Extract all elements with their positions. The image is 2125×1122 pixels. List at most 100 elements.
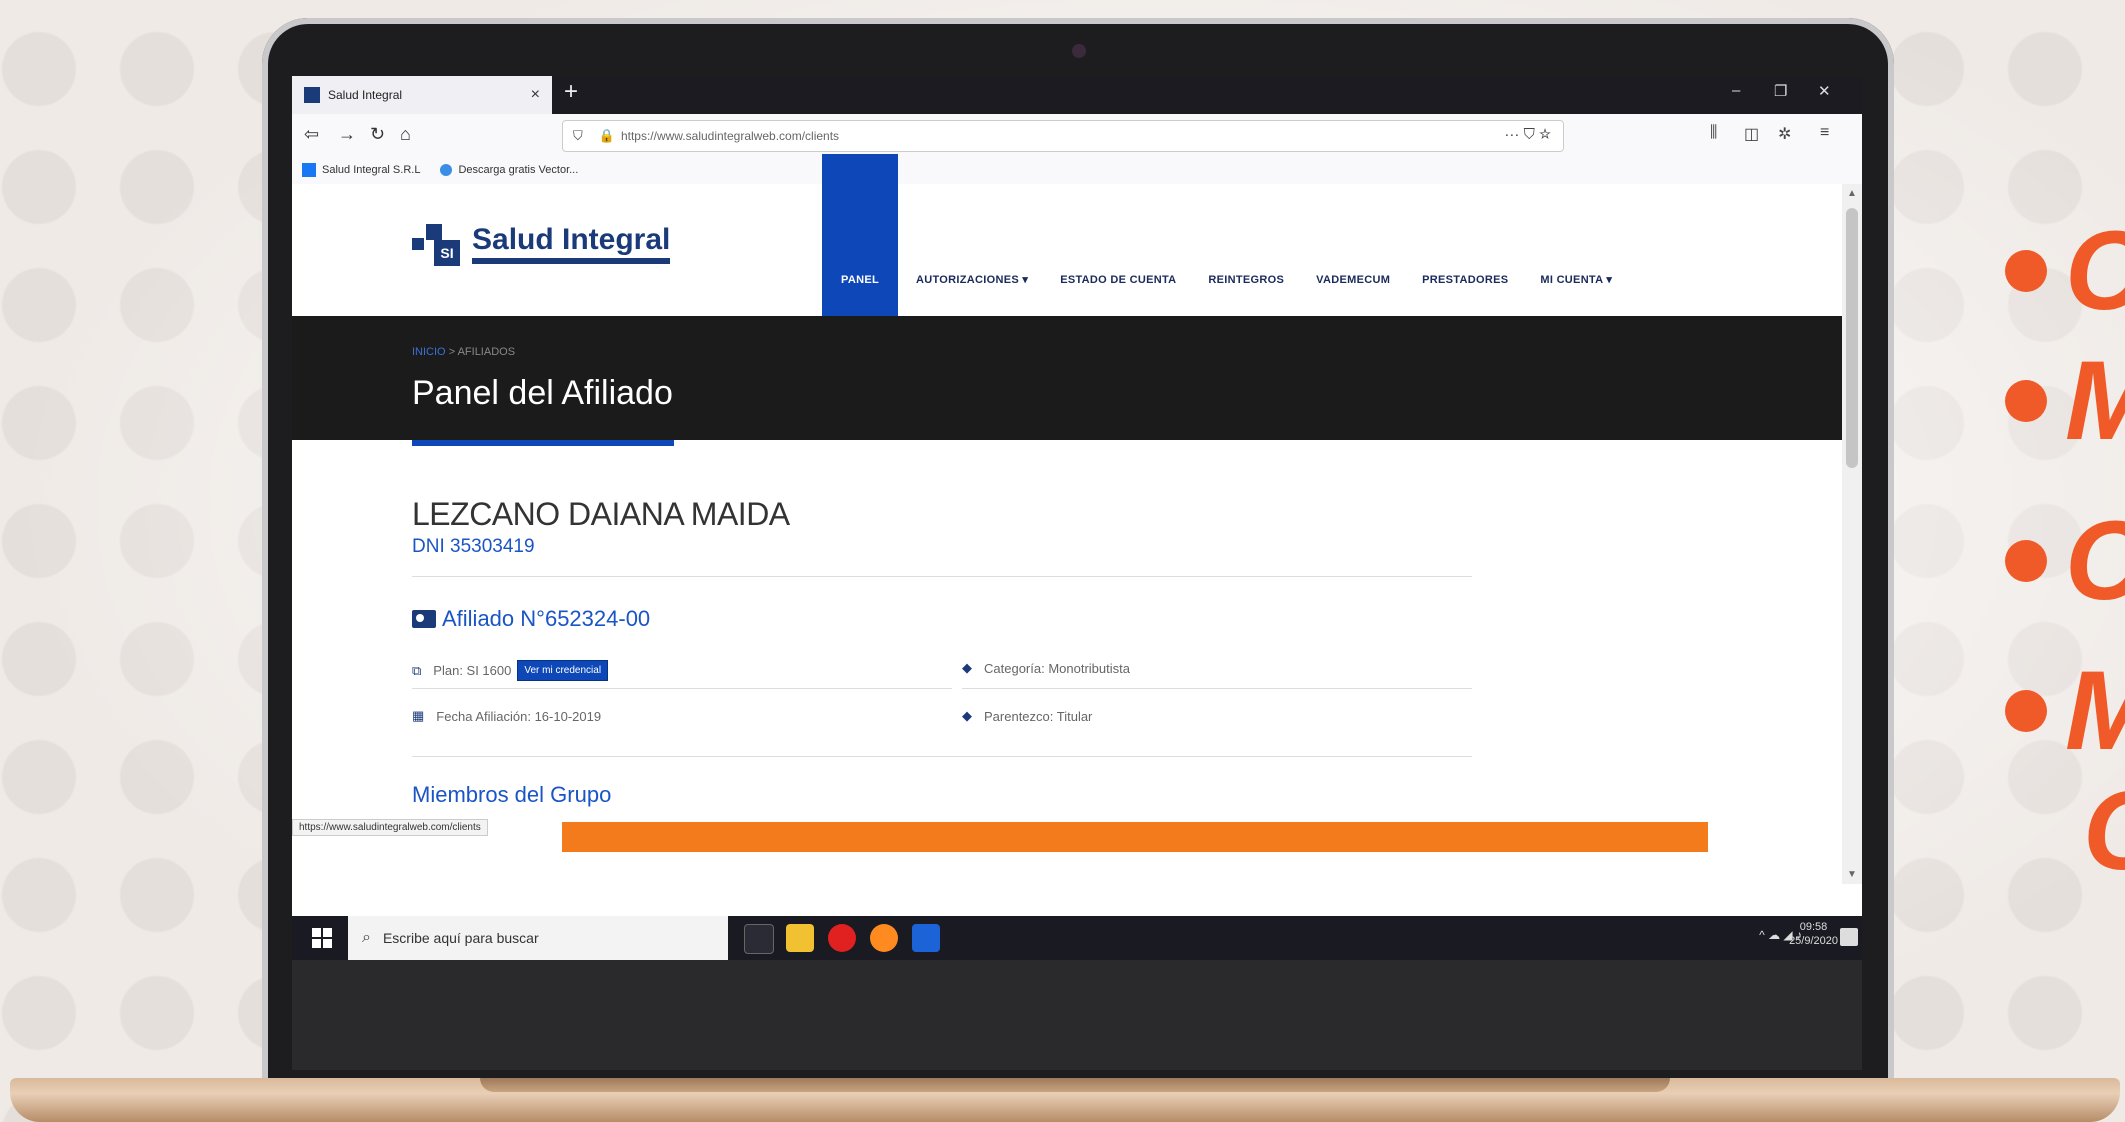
clock-time: 09:58	[1799, 921, 1828, 933]
firefox-icon[interactable]	[870, 924, 898, 952]
minimize-icon[interactable]: –	[1732, 82, 1740, 99]
menu-icon[interactable]: ≡	[1820, 124, 1829, 142]
bookmark-label: Descarga gratis Vector...	[458, 164, 579, 176]
opera-icon[interactable]	[828, 924, 856, 952]
promo-bullet-text: C	[2083, 775, 2125, 887]
affiliate-number: Afiliado N°652324-00	[412, 606, 650, 632]
copy-icon: ⧉	[412, 662, 422, 678]
divider	[412, 576, 1472, 577]
field-categoria: ◆ Categoría: Monotributista	[962, 660, 1130, 676]
nav-mi-cuenta[interactable]: MI CUENTA ▾	[1540, 273, 1612, 316]
page-title: Panel del Afiliado	[412, 374, 673, 412]
bookmark-item[interactable]: Descarga gratis Vector...	[440, 164, 578, 176]
title-underline	[412, 440, 674, 446]
clock-date: 25/9/2020	[1789, 935, 1838, 948]
search-icon: ⌕	[362, 929, 371, 946]
logo-square: SI	[434, 240, 460, 266]
taskbar-search[interactable]: ⌕ Escribe aquí para buscar	[348, 916, 728, 960]
member-name: LEZCANO DAIANA MAIDA	[412, 496, 790, 532]
windows-start-icon[interactable]	[312, 928, 332, 948]
home-icon[interactable]: ⌂	[400, 124, 411, 145]
promo-bullet-text: C	[2065, 505, 2125, 617]
facebook-icon	[302, 163, 316, 177]
parentesco-text: Parentezco: Titular	[984, 708, 1093, 724]
id-card-icon	[412, 610, 436, 628]
windows-taskbar: ⌕ Escribe aquí para buscar ^ ☁ ◢ ♪ 09:58…	[292, 916, 1862, 960]
tag-icon: ◆	[962, 708, 972, 723]
new-tab-button[interactable]: +	[564, 78, 578, 106]
reload-icon[interactable]: ↻	[370, 124, 385, 145]
promo-bullet: M	[2005, 345, 2125, 457]
taskbar-search-placeholder: Escribe aquí para buscar	[382, 930, 539, 946]
promo-bullet: C	[2005, 505, 2125, 617]
notification-icon[interactable]	[1840, 928, 1858, 946]
tab-close-icon[interactable]: ×	[531, 86, 540, 104]
url-text: https://www.saludintegralweb.com/clients	[620, 129, 840, 143]
logo-text: Salud Integral	[472, 223, 671, 264]
divider	[412, 688, 952, 689]
view-credential-button[interactable]: Ver mi credencial	[517, 660, 609, 681]
web-page: SI Salud Integral PANEL AUTORIZACIONES ▾…	[292, 154, 1842, 960]
tag-icon: ◆	[962, 660, 972, 675]
divider	[962, 688, 1472, 689]
scroll-down-icon[interactable]: ▼	[1847, 869, 1857, 880]
group-members-title: Miembros del Grupo	[412, 782, 612, 807]
page-scrollbar[interactable]: ▲ ▼	[1842, 184, 1862, 884]
logo-square	[412, 238, 424, 250]
nav-vademecum[interactable]: VADEMECUM	[1316, 274, 1390, 316]
laptop-notch	[480, 1078, 1670, 1092]
breadcrumb-home[interactable]: INICIO	[412, 346, 446, 358]
main-nav: PANEL AUTORIZACIONES ▾ ESTADO DE CUENTA …	[822, 154, 1644, 316]
logo-mark-icon: SI	[412, 220, 464, 266]
laptop-screen: Salud Integral × + – ❐ ✕ ⇦ → ↻ ⌂ ⛉ 🔒 htt…	[292, 76, 1862, 960]
url-actions[interactable]: ··· ⛉ ☆	[1504, 126, 1551, 143]
promo-bullet-text: C	[2065, 215, 2125, 327]
forward-icon[interactable]: →	[338, 124, 356, 145]
categoria-text: Categoría: Monotributista	[984, 660, 1130, 676]
nav-reintegros[interactable]: REINTEGROS	[1208, 274, 1284, 316]
divider	[412, 756, 1472, 757]
breadcrumb-separator: >	[448, 346, 456, 358]
plan-text: Plan: SI 1600	[433, 663, 512, 678]
nav-autorizaciones[interactable]: AUTORIZACIONES ▾	[916, 273, 1028, 316]
nav-prestadores[interactable]: PRESTADORES	[1422, 274, 1508, 316]
library-icon[interactable]: ⫼	[1710, 124, 1717, 142]
back-icon[interactable]: ⇦	[304, 124, 319, 145]
shield-icon: ⛉	[573, 128, 583, 143]
taskbar-clock[interactable]: 09:58 25/9/2020	[1789, 920, 1838, 949]
promo-bullet: M	[2005, 655, 2125, 767]
sidebar-icon[interactable]: ◫	[1744, 124, 1759, 144]
promo-bullet-text: M	[2065, 655, 2125, 767]
fecha-text: Fecha Afiliación: 16-10-2019	[436, 708, 602, 724]
browser-nav-bar: ⇦ → ↻ ⌂ ⛉ 🔒 https://www.saludintegralweb…	[292, 114, 1862, 157]
breadcrumb-current: AFILIADOS	[457, 346, 516, 358]
scroll-up-icon[interactable]: ▲	[1847, 188, 1857, 199]
file-explorer-icon[interactable]	[786, 924, 814, 952]
breadcrumb: INICIO > AFILIADOS	[412, 346, 515, 358]
calendar-icon: ▦	[412, 708, 425, 723]
nav-estado-de-cuenta[interactable]: ESTADO DE CUENTA	[1060, 274, 1176, 316]
url-bar[interactable]: ⛉ 🔒 https://www.saludintegralweb.com/cli…	[562, 120, 1564, 152]
field-plan: ⧉ Plan: SI 1600 Ver mi credencial	[412, 660, 609, 681]
scrollbar-thumb[interactable]	[1846, 208, 1858, 468]
extension-icon[interactable]: ✲	[1778, 124, 1791, 144]
field-fecha: ▦ Fecha Afiliación: 16-10-2019	[412, 708, 601, 724]
browser-tab[interactable]: Salud Integral ×	[292, 76, 552, 114]
lock-icon: 🔒	[598, 128, 615, 143]
globe-icon	[440, 164, 453, 176]
app-icon[interactable]	[912, 924, 940, 952]
restore-icon[interactable]: ❐	[1774, 82, 1787, 100]
field-parentesco: ◆ Parentezco: Titular	[962, 708, 1092, 724]
member-dni: DNI 35303419	[412, 536, 535, 557]
tab-title: Salud Integral	[328, 88, 403, 102]
site-logo[interactable]: SI Salud Integral	[412, 220, 671, 266]
bullet-dot	[2005, 690, 2047, 732]
status-url: https://www.saludintegralweb.com/clients	[292, 819, 488, 836]
favicon-icon	[304, 87, 320, 103]
laptop-chin	[292, 960, 1862, 1070]
group-table-header	[562, 822, 1708, 852]
nav-panel[interactable]: PANEL	[822, 154, 898, 316]
task-view-icon[interactable]	[744, 924, 774, 954]
close-window-icon[interactable]: ✕	[1818, 82, 1831, 100]
bookmark-item[interactable]: Salud Integral S.R.L	[302, 163, 420, 177]
